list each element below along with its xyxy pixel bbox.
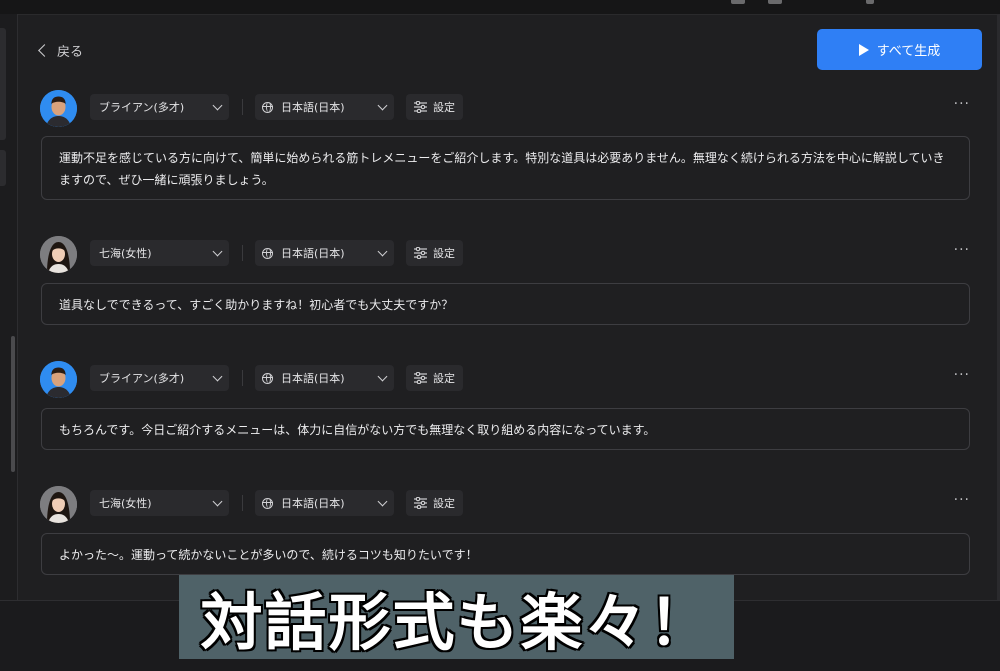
chevron-down-icon [377, 246, 388, 256]
dialogue-entry-header: 七海(女性) 日本語(日本) 設定 ··· [40, 486, 980, 523]
dialogue-text-field[interactable]: もちろんです。今日ご紹介するメニューは、体力に自信がない方でも無理なく取り組める… [41, 408, 970, 450]
female-avatar[interactable] [40, 486, 77, 523]
language-select-value: 日本語(日本) [281, 372, 345, 385]
settings-button[interactable]: 設定 [406, 94, 463, 120]
settings-label: 設定 [433, 372, 455, 385]
language-select[interactable]: 日本語(日本) [255, 94, 394, 120]
divider [242, 495, 243, 511]
voice-select[interactable]: ブライアン(多才) [90, 365, 229, 391]
chevron-down-icon [377, 371, 388, 381]
play-icon [858, 43, 869, 56]
language-select-value: 日本語(日本) [281, 101, 345, 114]
globe-icon [262, 101, 273, 113]
more-options-icon[interactable]: ··· [954, 242, 970, 258]
generate-all-label: すべて生成 [876, 44, 941, 59]
sidebar-tab[interactable] [0, 150, 6, 186]
more-options-icon[interactable]: ··· [954, 96, 970, 112]
dialogue-text-field[interactable]: よかった〜。運動って続かないことが多いので、続けるコツも知りたいです！ [41, 533, 970, 575]
settings-button[interactable]: 設定 [406, 490, 463, 516]
male-avatar[interactable] [40, 90, 77, 127]
caption-text: 対話形式も楽々！ [199, 585, 713, 661]
voice-select-value: ブライアン(多才) [99, 101, 185, 114]
male-avatar-icon [40, 90, 77, 127]
chevron-down-icon [212, 496, 223, 506]
male-avatar[interactable] [40, 361, 77, 398]
voice-select[interactable]: 七海(女性) [90, 490, 229, 516]
sliders-icon [414, 247, 427, 259]
more-options-icon[interactable]: ··· [954, 367, 970, 383]
sliders-icon [414, 101, 427, 113]
top-strip [0, 0, 1000, 15]
app-window: 戻る すべて生成 ブライアン(多才) 日本語(日本) 設定 ··· 運動不足を感… [0, 0, 1000, 671]
globe-icon [262, 372, 273, 384]
dialogue-entry-header: 七海(女性) 日本語(日本) 設定 ··· [40, 236, 980, 273]
chevron-down-icon [212, 371, 223, 381]
divider [242, 370, 243, 386]
settings-button[interactable]: 設定 [406, 365, 463, 391]
chevron-down-icon [377, 496, 388, 506]
settings-label: 設定 [433, 497, 455, 510]
divider [242, 99, 243, 115]
male-avatar-icon [40, 361, 77, 398]
back-button[interactable]: 戻る [38, 40, 84, 60]
voice-select-value: 七海(女性) [99, 497, 152, 510]
dialogue-text-field[interactable]: 運動不足を感じている方に向けて、簡単に始められる筋トレメニューをご紹介します。特… [41, 136, 970, 200]
language-select[interactable]: 日本語(日本) [255, 365, 394, 391]
voice-select[interactable]: 七海(女性) [90, 240, 229, 266]
settings-label: 設定 [433, 247, 455, 260]
scrollbar-thumb[interactable] [11, 336, 15, 472]
chevron-down-icon [212, 100, 223, 110]
caption-banner: 対話形式も楽々！ [179, 575, 734, 661]
voice-select[interactable]: ブライアン(多才) [90, 94, 229, 120]
chevron-down-icon [377, 100, 388, 110]
sliders-icon [414, 497, 427, 509]
settings-button[interactable]: 設定 [406, 240, 463, 266]
divider [242, 245, 243, 261]
dialogue-entry-header: ブライアン(多才) 日本語(日本) 設定 ··· [40, 361, 980, 398]
language-select-value: 日本語(日本) [281, 247, 345, 260]
settings-label: 設定 [433, 101, 455, 114]
globe-icon [262, 247, 273, 259]
generate-all-button[interactable]: すべて生成 [817, 29, 982, 70]
female-avatar-icon [40, 236, 77, 273]
window-control-mark [866, 0, 874, 4]
female-avatar-icon [40, 486, 77, 523]
dialogue-entry-header: ブライアン(多才) 日本語(日本) 設定 ··· [40, 90, 980, 127]
globe-icon [262, 497, 273, 509]
sidebar-tab[interactable] [0, 28, 6, 140]
more-options-icon[interactable]: ··· [954, 492, 970, 508]
language-select[interactable]: 日本語(日本) [255, 490, 394, 516]
voice-select-value: 七海(女性) [99, 247, 152, 260]
left-sidebar-rail [0, 14, 18, 600]
voice-select-value: ブライアン(多才) [99, 372, 185, 385]
sliders-icon [414, 372, 427, 384]
chevron-left-icon [38, 43, 51, 57]
window-control-mark [731, 0, 745, 4]
back-label: 戻る [57, 44, 84, 60]
female-avatar[interactable] [40, 236, 77, 273]
language-select-value: 日本語(日本) [281, 497, 345, 510]
language-select[interactable]: 日本語(日本) [255, 240, 394, 266]
window-control-mark [768, 0, 782, 4]
dialogue-text-field[interactable]: 道具なしでできるって、すごく助かりますね！初心者でも大丈夫ですか？ [41, 283, 970, 325]
chevron-down-icon [212, 246, 223, 256]
